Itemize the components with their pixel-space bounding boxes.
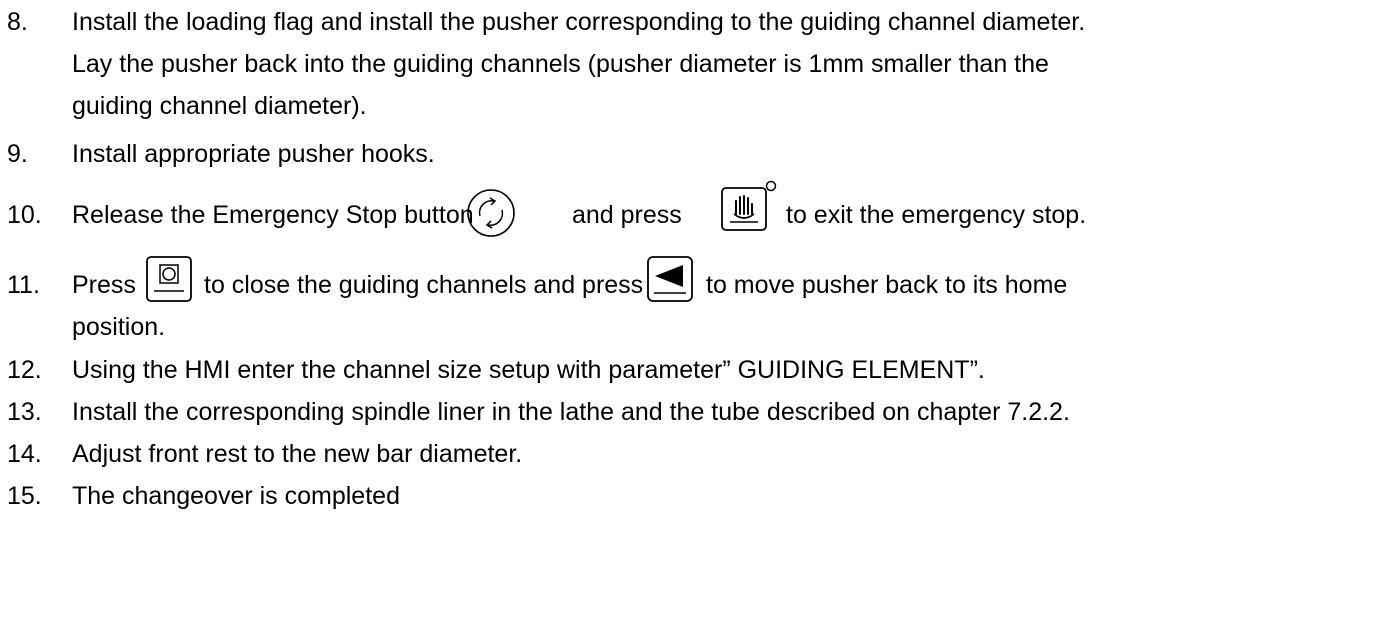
pusher-back-arrow-icon [646, 255, 694, 310]
step-number: 11. [7, 271, 40, 299]
step-text: Using the HMI enter the channel size set… [72, 356, 985, 384]
step-text: Install the corresponding spindle liner … [72, 398, 1070, 426]
close-channels-icon [145, 255, 193, 310]
step-number: 9. [7, 140, 28, 168]
step-text-continuation: position. [72, 313, 166, 341]
step-text-part-2: to close the guiding channels and press [204, 271, 644, 299]
step-number: 10. [7, 201, 42, 229]
step-text-line-1: Install the loading flag and install the… [72, 8, 1086, 36]
step-text-part-2: and press [572, 201, 682, 229]
step-text-part-3: to exit the emergency stop. [786, 201, 1087, 229]
step-number: 12. [7, 356, 42, 384]
step-text: The changeover is completed [72, 482, 400, 510]
step-text-part-3: to move pusher back to its home [706, 271, 1068, 299]
step-number: 14. [7, 440, 42, 468]
step-number: 13. [7, 398, 42, 426]
instruction-page: 8. Install the loading flag and install … [0, 0, 1385, 619]
step-text: Adjust front rest to the new bar diamete… [72, 440, 523, 468]
step-number: 8. [7, 8, 28, 36]
step-number: 15. [7, 482, 42, 510]
step-text-line-2: Lay the pusher back into the guiding cha… [72, 50, 1049, 78]
step-text-part-1: Press [72, 271, 136, 299]
step-text-line-3: guiding channel diameter). [72, 92, 367, 120]
hand-reset-icon [719, 180, 779, 241]
emergency-stop-release-icon [466, 188, 516, 245]
step-text: Install appropriate pusher hooks. [72, 140, 435, 168]
step-text-part-1: Release the Emergency Stop button [72, 201, 474, 229]
